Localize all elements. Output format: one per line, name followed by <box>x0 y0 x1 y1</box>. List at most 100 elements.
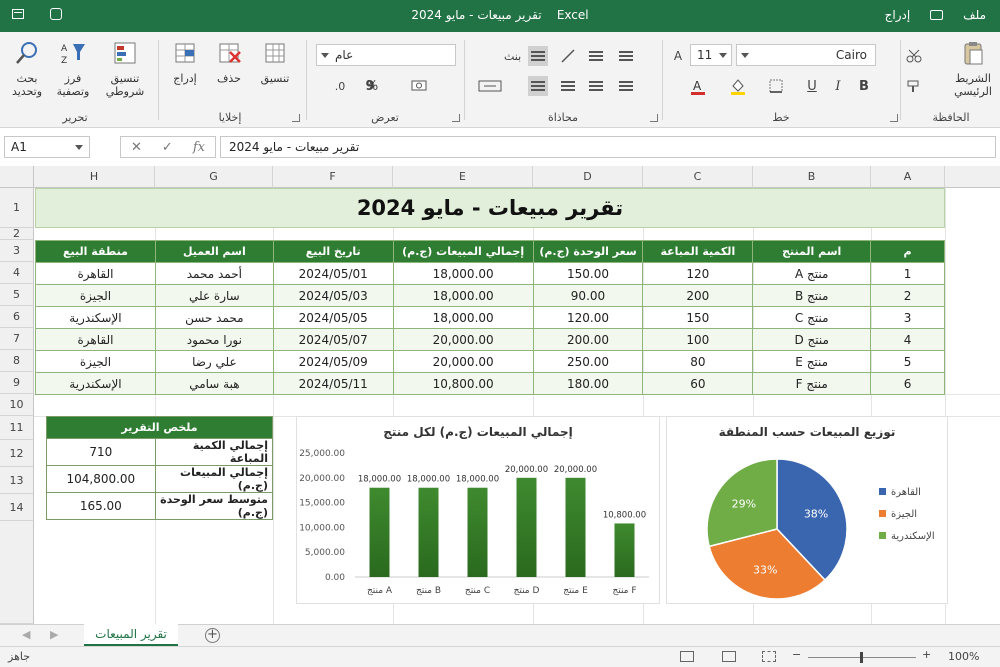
header-cell[interactable]: اسم العميل <box>154 240 274 263</box>
delete-cells-button[interactable]: حذف <box>204 40 254 85</box>
table-cell[interactable]: 2024/05/01 <box>272 262 394 285</box>
borders-button[interactable] <box>766 76 786 96</box>
font-launcher[interactable] <box>890 114 898 122</box>
table-cell[interactable]: 120.00 <box>532 306 644 329</box>
enter-icon[interactable]: ✓ <box>162 140 173 155</box>
column-header-F[interactable]: F <box>273 166 393 188</box>
worksheet-grid[interactable]: H G F E D C B A 1 2 3 4 5 6 7 8 9 10 11 … <box>0 166 1000 624</box>
table-cell[interactable]: 120 <box>642 262 754 285</box>
cut-button[interactable] <box>902 46 938 66</box>
format-painter-button[interactable] <box>902 76 938 96</box>
table-cell[interactable]: 4 <box>870 328 945 351</box>
row-header-6[interactable]: 6 <box>0 306 34 328</box>
alignment-launcher[interactable] <box>650 114 658 122</box>
conditional-format-button[interactable]: تنسيق شروطي <box>100 40 150 98</box>
row-header-12[interactable]: 12 <box>0 440 34 467</box>
table-cell[interactable]: علي رضا <box>154 350 274 373</box>
table-cell[interactable]: منتج D <box>752 328 872 351</box>
pie-chart[interactable]: توزيع المبيعات حسب المنطقة 38% 33% 29% القا… <box>666 416 948 604</box>
summary-title[interactable]: ملخص التقرير <box>46 416 273 439</box>
present-icon[interactable] <box>930 10 944 20</box>
table-cell[interactable]: 180.00 <box>532 372 644 395</box>
table-cell[interactable]: 60 <box>642 372 754 395</box>
table-cell[interactable]: 150 <box>642 306 754 329</box>
summary-label[interactable]: إجمالي الكمية المباعة <box>154 438 274 466</box>
next-sheet-icon[interactable]: ▶ <box>50 628 58 641</box>
row-header-4[interactable]: 4 <box>0 262 34 284</box>
column-header-C[interactable]: C <box>643 166 753 188</box>
table-cell[interactable]: منتج F <box>752 372 872 395</box>
merge-button[interactable] <box>476 76 504 96</box>
zoom-slider-handle[interactable] <box>860 652 863 663</box>
formula-input[interactable]: تقرير مبيعات - مايو 2024 <box>220 136 996 158</box>
table-cell[interactable]: الجيزة <box>35 284 156 307</box>
summary-label[interactable]: متوسط سعر الوحدة (ج.م) <box>154 492 274 520</box>
bar[interactable] <box>614 523 635 577</box>
table-cell[interactable]: القاهرة <box>35 262 156 285</box>
header-cell[interactable]: سعر الوحدة (ج.م) <box>532 240 644 263</box>
column-header-D[interactable]: D <box>533 166 643 188</box>
summary-value[interactable]: 165.00 <box>46 492 156 520</box>
row-header-11[interactable]: 11 <box>0 416 34 440</box>
zoom-in-icon[interactable]: + <box>922 648 931 661</box>
row-header-1[interactable]: 1 <box>0 188 34 228</box>
cells-launcher[interactable] <box>292 114 300 122</box>
table-cell[interactable]: 2024/05/09 <box>272 350 394 373</box>
zoom-level[interactable]: 100% <box>948 650 979 663</box>
align-center-button[interactable] <box>558 76 578 96</box>
paste-button[interactable]: الشريط الرئيسي <box>948 40 998 98</box>
insert-cells-button[interactable]: إدراج <box>160 40 210 85</box>
middle-align-button[interactable] <box>586 46 606 66</box>
table-cell[interactable]: منتج B <box>752 284 872 307</box>
indent-button[interactable] <box>616 76 636 96</box>
row-header-8[interactable]: 8 <box>0 350 34 372</box>
find-select-button[interactable]: بحث وتحديد <box>2 40 52 98</box>
format-cells-button[interactable]: تنسيق <box>250 40 300 85</box>
font-size-dropdown[interactable]: 11 <box>690 44 732 66</box>
table-cell[interactable]: الإسكندرية <box>35 372 156 395</box>
table-cell[interactable]: 2024/05/03 <box>272 284 394 307</box>
table-cell[interactable]: هبة سامي <box>154 372 274 395</box>
row-header-3[interactable]: 3 <box>0 240 34 262</box>
table-cell[interactable]: القاهرة <box>35 328 156 351</box>
align-right-button[interactable] <box>528 76 548 96</box>
currency-button[interactable] <box>410 76 430 96</box>
cancel-icon[interactable]: ✕ <box>131 140 142 155</box>
orientation-button[interactable] <box>558 46 578 66</box>
prev-sheet-icon[interactable]: ◀ <box>22 628 30 641</box>
table-cell[interactable]: سارة علي <box>154 284 274 307</box>
font-size-increase-button[interactable]: A <box>668 46 688 66</box>
table-cell[interactable]: 2024/05/07 <box>272 328 394 351</box>
table-cell[interactable]: محمد حسن <box>154 306 274 329</box>
bottom-align-button[interactable] <box>616 46 636 66</box>
table-cell[interactable]: نورا محمود <box>154 328 274 351</box>
row-header-2[interactable]: 2 <box>0 228 34 240</box>
font-color-button[interactable]: A <box>688 76 708 96</box>
header-cell[interactable]: إجمالي المبيعات (ج.م) <box>392 240 534 263</box>
table-cell[interactable]: 250.00 <box>532 350 644 373</box>
number-launcher[interactable] <box>452 114 460 122</box>
table-cell[interactable]: 1 <box>870 262 945 285</box>
table-cell[interactable]: 2 <box>870 284 945 307</box>
row-header-13[interactable]: 13 <box>0 467 34 494</box>
decimal-increase-button[interactable]: .0 <box>330 76 350 96</box>
bar[interactable] <box>467 487 488 577</box>
header-cell[interactable]: الكمية المباعة <box>642 240 754 263</box>
bar[interactable] <box>369 487 390 577</box>
insert-function-icon[interactable]: fx <box>193 140 205 155</box>
table-cell[interactable]: 18,000.00 <box>392 262 534 285</box>
bar[interactable] <box>516 477 537 577</box>
table-cell[interactable]: الجيزة <box>35 350 156 373</box>
page-layout-icon[interactable] <box>722 651 736 662</box>
summary-value[interactable]: 104,800.00 <box>46 465 156 493</box>
table-cell[interactable]: 2024/05/11 <box>272 372 394 395</box>
table-cell[interactable]: منتج C <box>752 306 872 329</box>
table-cell[interactable]: 90.00 <box>532 284 644 307</box>
table-cell[interactable]: 2024/05/05 <box>272 306 394 329</box>
row-header-14[interactable]: 14 <box>0 494 34 521</box>
table-cell[interactable]: 6 <box>870 372 945 395</box>
underline-button[interactable]: U <box>802 76 822 96</box>
wrap-text-button[interactable]: بنث <box>504 50 521 63</box>
normal-view-icon[interactable] <box>680 651 694 662</box>
page-break-icon[interactable] <box>762 651 776 662</box>
